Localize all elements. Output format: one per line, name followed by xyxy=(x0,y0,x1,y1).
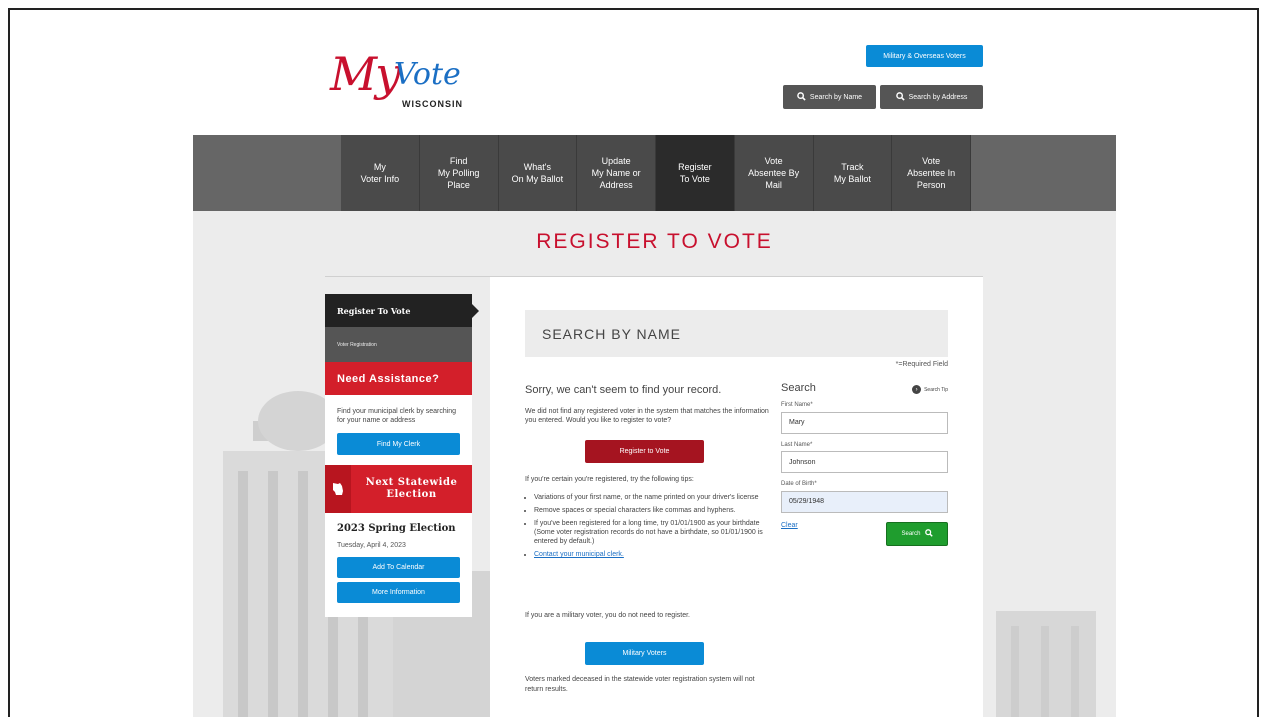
find-my-clerk-button[interactable]: Find My Clerk xyxy=(337,433,460,455)
page-title: REGISTER TO VOTE xyxy=(536,230,773,253)
election-name: 2023 Spring Election xyxy=(337,523,456,534)
military-text: If you are a military voter, you do not … xyxy=(525,612,690,619)
nav-whats-on-ballot[interactable]: What's On My Ballot xyxy=(499,135,578,211)
not-found-text: We did not find any registered voter in … xyxy=(525,408,769,424)
more-information-button[interactable]: More Information xyxy=(337,582,460,603)
first-name-label: First Name* xyxy=(781,402,813,408)
nav-find-polling-place[interactable]: Find My Polling Place xyxy=(420,135,499,211)
dob-label: Date of Birth* xyxy=(781,481,817,487)
main-panel: SEARCH BY NAME *=Required Field Sorry, w… xyxy=(490,277,983,717)
search-icon xyxy=(797,91,806,103)
nav-my-voter-info[interactable]: My Voter Info xyxy=(341,135,420,211)
assistance-text: Find your municipal clerk by searching f… xyxy=(337,408,457,424)
contact-clerk-link[interactable]: Contact your municipal clerk. xyxy=(534,551,624,558)
not-found-heading: Sorry, we can't seem to find your record… xyxy=(525,384,722,396)
sidebar-item-voter-registration[interactable]: Voter Registration xyxy=(325,327,472,362)
military-overseas-button[interactable]: Military & Overseas Voters xyxy=(866,45,983,67)
clear-link[interactable]: Clear xyxy=(781,522,798,529)
assistance-panel: Find your municipal clerk by searching f… xyxy=(325,395,472,465)
list-item: Contact your municipal clerk. xyxy=(534,550,779,559)
assistance-heading: Need Assistance? xyxy=(325,362,472,395)
search-by-name-button[interactable]: Search by Name xyxy=(783,85,876,109)
list-item: Variations of your first name, or the na… xyxy=(534,493,779,502)
register-to-vote-button[interactable]: Register to Vote xyxy=(585,440,704,463)
nav-track-ballot[interactable]: Track My Ballot xyxy=(814,135,893,211)
sidebar: Register To Vote Voter Registration Need… xyxy=(325,294,479,617)
tips-intro: If you're certain you're registered, try… xyxy=(525,476,694,483)
search-by-address-label: Search by Address xyxy=(908,93,968,101)
nav-register-to-vote[interactable]: Register To Vote xyxy=(656,135,735,211)
search-by-name-label: Search by Name xyxy=(809,93,863,101)
search-icon xyxy=(895,91,905,103)
last-name-field[interactable] xyxy=(781,451,948,473)
nav-absentee-by-mail[interactable]: Vote Absentee By Mail xyxy=(735,135,814,211)
list-item: If you've been registered for a long tim… xyxy=(534,519,779,546)
search-button[interactable]: Search xyxy=(886,521,948,546)
search-tip-label: Search Tip xyxy=(924,386,948,393)
search-icon xyxy=(924,528,933,539)
search-form: Search › Search Tip First Name* Last Nam… xyxy=(781,382,948,548)
nav-update-name-address[interactable]: Update My Name or Address xyxy=(577,135,656,211)
search-button-label: Search xyxy=(901,530,921,537)
deceased-note: Voters marked deceased in the statewide … xyxy=(525,676,755,693)
logo-vote-text: Vote xyxy=(394,57,461,92)
wisconsin-map-icon xyxy=(325,465,351,513)
add-to-calendar-button[interactable]: Add To Calendar xyxy=(337,557,460,578)
capitol-wing-illustration xyxy=(996,611,1096,717)
nav-absentee-in-person[interactable]: Vote Absentee In Person xyxy=(892,135,971,211)
form-actions: Clear Search xyxy=(781,521,948,548)
first-name-field[interactable] xyxy=(781,411,948,434)
next-election-heading: Next Statewide Election xyxy=(325,465,472,513)
next-election-title: Next Statewide Election xyxy=(365,477,458,500)
search-by-address-button[interactable]: Search by Address xyxy=(880,85,983,109)
required-note: *=Required Field xyxy=(895,361,948,368)
myvote-logo[interactable]: My Vote WISCONSIN xyxy=(330,45,464,120)
sidebar-item-register[interactable]: Register To Vote xyxy=(325,294,479,327)
logo-state-text: WISCONSIN xyxy=(402,99,464,109)
list-item: Remove spaces or special characters like… xyxy=(534,506,779,515)
main-nav: My Voter Info Find My Polling Place What… xyxy=(193,135,1116,211)
last-name-label: Last Name* xyxy=(781,441,813,448)
section-heading: SEARCH BY NAME xyxy=(525,310,948,357)
logo-my-text: My xyxy=(330,47,401,101)
election-panel: 2023 Spring Election Tuesday, April 4, 2… xyxy=(325,513,472,617)
tips-list: Variations of your first name, or the na… xyxy=(525,493,779,563)
chevron-icon: › xyxy=(912,385,922,394)
military-voters-button[interactable]: Military Voters xyxy=(585,642,704,665)
date-of-birth-field[interactable] xyxy=(781,490,948,513)
search-tip[interactable]: › Search Tip xyxy=(912,385,948,394)
election-date: Tuesday, April 4, 2023 xyxy=(337,542,406,549)
